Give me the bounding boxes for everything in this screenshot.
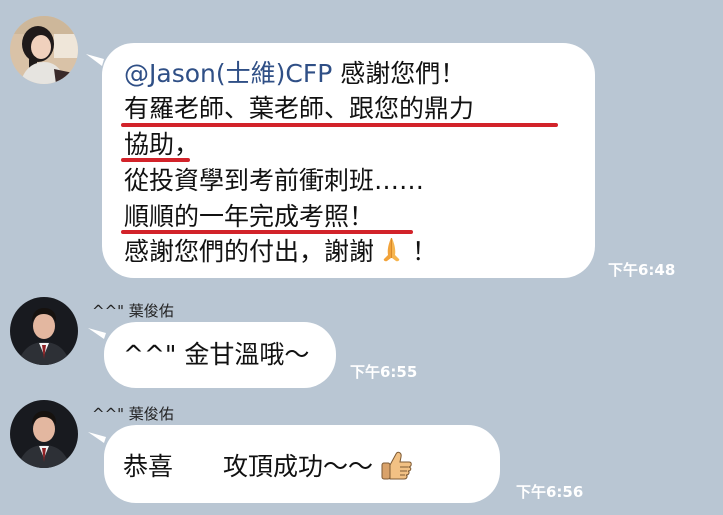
- message-line: 恭喜 攻頂成功～～: [123, 449, 413, 482]
- thumbs-up-icon: [381, 449, 413, 481]
- message-bubble: 恭喜 攻頂成功～～: [104, 425, 500, 503]
- sender-name: ^^" 葉俊佑: [92, 405, 174, 423]
- man-avatar[interactable]: [10, 400, 78, 468]
- message-text: 恭喜 攻頂成功～～: [123, 452, 374, 481]
- timestamp: 下午6:56: [516, 483, 584, 501]
- message-3: ^^" 葉俊佑 恭喜 攻頂成功～～ 下午6:56: [0, 0, 723, 515]
- avatar-photo: [10, 400, 78, 468]
